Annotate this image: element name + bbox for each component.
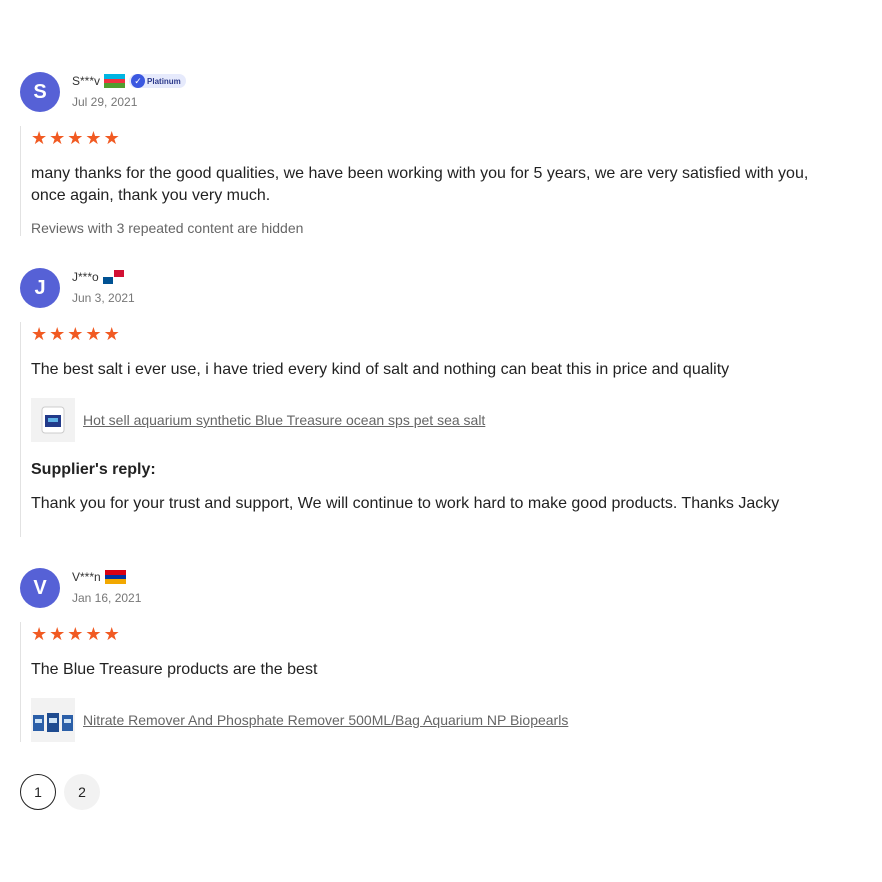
star-icon: ★: [67, 324, 84, 344]
review-date: Jun 3, 2021: [72, 291, 135, 305]
reviewer-name: S***v: [72, 74, 101, 88]
hidden-reviews-note: Reviews with 3 repeated content are hidd…: [31, 220, 304, 236]
star-icon: ★: [67, 624, 84, 644]
star-icon: ★: [103, 624, 120, 644]
avatar: V: [20, 568, 60, 608]
star-rating: ★ ★ ★ ★ ★: [31, 625, 120, 643]
star-icon: ★: [85, 324, 102, 344]
product-link-row[interactable]: Hot sell aquarium synthetic Blue Treasur…: [31, 398, 485, 442]
flag-armenia-icon: [104, 570, 126, 584]
supplier-reply-text: Thank you for your trust and support, We…: [31, 495, 780, 512]
salt-bucket-icon: [41, 406, 65, 434]
product-thumbnail[interactable]: [31, 398, 75, 442]
review-text: The best salt i ever use, i have tried e…: [31, 361, 730, 378]
flag-azerbaijan-icon: [104, 74, 126, 88]
review-body: ★ ★ ★ ★ ★ The best salt i ever use, i have t…: [20, 322, 831, 537]
star-icon: ★: [49, 624, 66, 644]
avatar: S: [20, 72, 60, 112]
star-icon: ★: [49, 324, 66, 344]
review-body: ★ ★ ★ ★ ★ many thanks for the good qualities…: [20, 126, 831, 236]
supplier-reply-title: Supplier's reply:: [31, 461, 156, 478]
star-icon: ★: [31, 624, 48, 644]
star-icon: ★: [103, 324, 120, 344]
review-date: Jan 16, 2021: [72, 591, 142, 605]
reviewer-name-line: V***n: [72, 570, 126, 584]
badge-label: Platinum: [147, 76, 181, 86]
star-icon: ★: [103, 128, 120, 148]
star-icon: ★: [85, 624, 102, 644]
review-date: Jul 29, 2021: [72, 95, 138, 109]
reviewer-name: J***o: [72, 270, 99, 284]
star-icon: ★: [31, 128, 48, 148]
pagination: 1 2: [20, 774, 100, 810]
star-icon: ★: [31, 324, 48, 344]
page-button-2[interactable]: 2: [64, 774, 100, 810]
review-text: many thanks for the good qualities, we h…: [31, 165, 809, 204]
avatar: J: [20, 268, 60, 308]
page-button-1[interactable]: 1: [20, 774, 56, 810]
platinum-badge: ✓ Platinum: [129, 74, 186, 88]
reviewer-name-line: S***v ✓ Platinum: [72, 74, 186, 88]
star-icon: ★: [85, 128, 102, 148]
reviewer-name: V***n: [72, 570, 101, 584]
product-link[interactable]: Nitrate Remover And Phosphate Remover 50…: [83, 712, 568, 728]
reviewer-name-line: J***o: [72, 270, 124, 284]
star-rating: ★ ★ ★ ★ ★: [31, 129, 120, 147]
star-rating: ★ ★ ★ ★ ★: [31, 325, 120, 343]
review-body: ★ ★ ★ ★ ★ The Blue Treasure products are the…: [20, 622, 831, 742]
biopearls-bags-icon: [33, 713, 73, 732]
verified-check-icon: ✓: [131, 74, 146, 88]
star-icon: ★: [49, 128, 66, 148]
product-thumbnail[interactable]: [31, 698, 75, 742]
product-link-row[interactable]: Nitrate Remover And Phosphate Remover 50…: [31, 698, 568, 742]
review-text: The Blue Treasure products are the best: [31, 661, 318, 678]
flag-panama-icon: [102, 270, 124, 284]
star-icon: ★: [67, 128, 84, 148]
product-link[interactable]: Hot sell aquarium synthetic Blue Treasur…: [83, 412, 485, 428]
